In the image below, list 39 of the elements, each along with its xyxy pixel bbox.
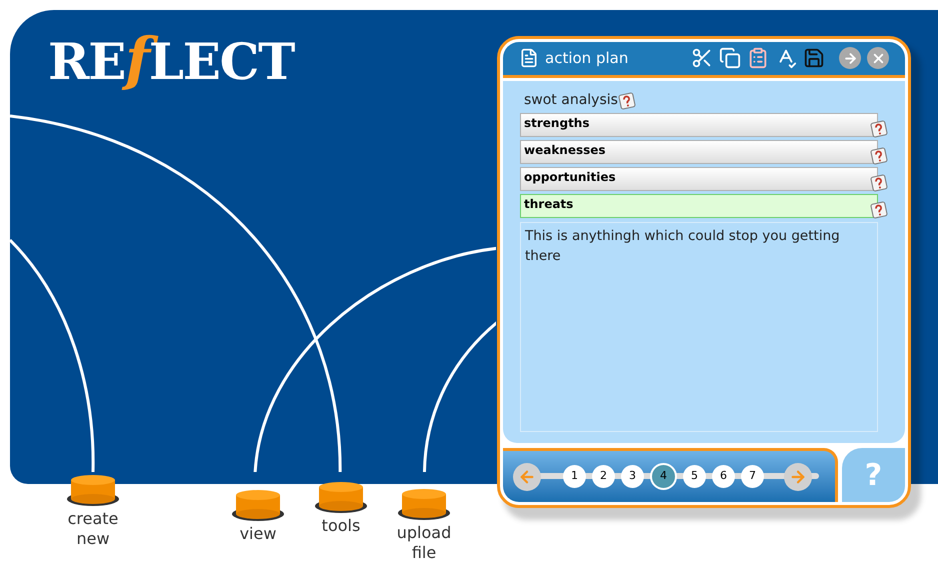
page-button[interactable]: 3 [621, 465, 644, 488]
previous-page-button[interactable] [513, 462, 541, 491]
next-button[interactable] [839, 47, 861, 70]
help-icon[interactable] [870, 174, 888, 192]
swot-item[interactable]: weaknesses [520, 140, 878, 164]
help-icon[interactable] [870, 120, 888, 138]
nav-button[interactable] [66, 473, 120, 507]
panel-title: action plan [545, 48, 628, 70]
help-icon[interactable] [618, 92, 636, 110]
swot-item[interactable]: threats [520, 194, 878, 218]
nav-label: tools [322, 516, 360, 536]
page-button[interactable]: 7 [741, 465, 764, 488]
page-button[interactable]: 6 [712, 465, 735, 488]
close-button[interactable] [867, 47, 889, 70]
cut-icon[interactable] [691, 47, 713, 70]
next-page-button[interactable] [784, 462, 812, 491]
swot-item[interactable]: strengths [520, 112, 878, 137]
nav-label: create new [66, 509, 120, 549]
swot-item[interactable]: opportunities [520, 166, 878, 191]
arrow-right-icon [789, 468, 807, 486]
page-button[interactable]: 5 [683, 465, 706, 488]
copy-icon[interactable] [719, 47, 741, 70]
nav-button[interactable] [314, 480, 368, 514]
document-icon [519, 48, 539, 68]
help-icon[interactable] [870, 200, 888, 219]
nav-button[interactable] [231, 488, 285, 522]
paste-icon[interactable] [747, 47, 769, 70]
help-icon[interactable] [870, 146, 888, 165]
nav-label: upload file [396, 523, 452, 563]
section-title: swot analysis [524, 91, 618, 110]
save-icon[interactable] [803, 47, 825, 70]
page-button[interactable]: 2 [592, 465, 615, 488]
page-button[interactable]: 4 [650, 463, 677, 490]
nav-label: view [240, 524, 276, 544]
description-field[interactable]: This is anythingh which could stop you getting there [520, 222, 878, 432]
page-button[interactable]: 1 [563, 465, 586, 488]
nav-button[interactable] [397, 487, 451, 521]
logo: REfLECT [48, 30, 294, 88]
arrow-right-icon [842, 50, 858, 66]
